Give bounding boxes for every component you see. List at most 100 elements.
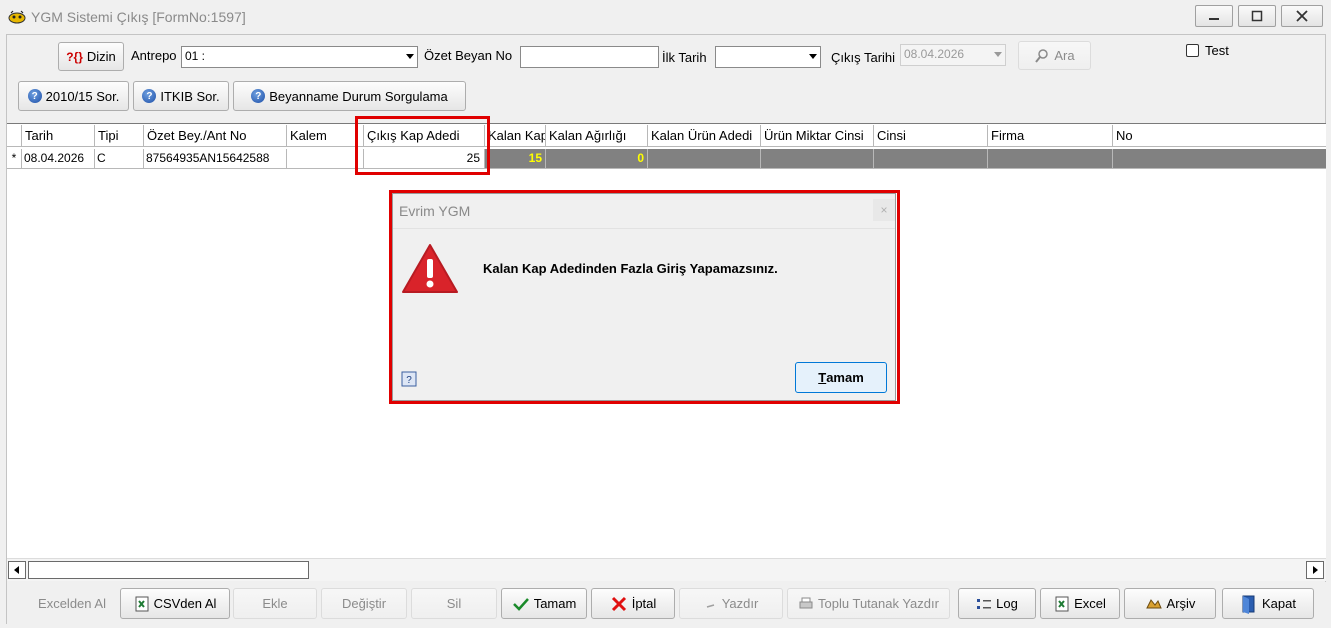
grid-header-ozet[interactable]: Özet Bey./Ant No bbox=[144, 125, 287, 147]
dizin-label: Dizin bbox=[86, 49, 116, 64]
grid-header-kalan-kap[interactable]: Kalan Kap bbox=[485, 125, 546, 147]
excelden-al-button[interactable]: Excelden Al bbox=[27, 588, 117, 619]
cikis-tarihi-select[interactable]: 08.04.2026 bbox=[900, 44, 1006, 66]
close-window-button[interactable] bbox=[1281, 5, 1323, 27]
cell-kalan-urun[interactable] bbox=[648, 149, 761, 169]
grid-header-indicator bbox=[7, 125, 22, 147]
excel-icon bbox=[1055, 596, 1069, 611]
ilk-tarih-label: İlk Tarih bbox=[662, 50, 707, 65]
grid-header-tarih[interactable]: Tarih bbox=[22, 125, 95, 147]
antrepo-select[interactable]: 01 : bbox=[181, 46, 418, 68]
yazdir-button[interactable]: Yazdır bbox=[679, 588, 783, 619]
app-logo-icon bbox=[8, 10, 26, 24]
ekle-label: Ekle bbox=[262, 596, 288, 611]
test-checkbox[interactable] bbox=[1186, 44, 1199, 57]
grid-header-firma[interactable]: Firma bbox=[988, 125, 1113, 147]
cell-tipi[interactable]: C bbox=[95, 149, 144, 169]
scroll-right-button[interactable] bbox=[1306, 561, 1324, 579]
excelden-al-label: Excelden Al bbox=[38, 596, 106, 611]
minimize-button[interactable] bbox=[1195, 5, 1233, 27]
arsiv-button[interactable]: Arşiv bbox=[1124, 588, 1216, 619]
btn-beyanname-durum[interactable]: ? Beyanname Durum Sorgulama bbox=[233, 81, 466, 111]
sil-button[interactable]: Sil bbox=[411, 588, 497, 619]
grid-header-kalan-agirlik[interactable]: Kalan Ağırlığı bbox=[546, 125, 648, 147]
dizin-button[interactable]: ?{} Dizin bbox=[58, 42, 124, 71]
cell-urun-miktar[interactable] bbox=[761, 149, 874, 169]
cell-kalan-kap[interactable]: 15 bbox=[485, 149, 546, 169]
iptal-button[interactable]: İptal bbox=[591, 588, 675, 619]
btn-beyanname-label: Beyanname Durum Sorgulama bbox=[269, 88, 448, 104]
title-bar: YGM Sistemi Çıkış [FormNo:1597] bbox=[0, 0, 1331, 34]
grid-header-cinsi[interactable]: Cinsi bbox=[874, 125, 988, 147]
ozet-beyan-label: Özet Beyan No bbox=[424, 48, 513, 63]
log-button[interactable]: Log bbox=[958, 588, 1036, 619]
toplu-tutanak-button[interactable]: Toplu Tutanak Yazdır bbox=[787, 588, 950, 619]
ilk-tarih-select[interactable] bbox=[715, 46, 821, 68]
antrepo-label: Antrepo bbox=[131, 48, 177, 63]
iptal-label: İptal bbox=[631, 596, 657, 611]
ara-label: Ara bbox=[1054, 48, 1075, 63]
chevron-right-icon bbox=[1313, 566, 1318, 574]
log-list-icon bbox=[977, 598, 992, 609]
scroll-left-button[interactable] bbox=[8, 561, 26, 579]
maximize-icon bbox=[1251, 10, 1263, 22]
cell-tarih[interactable]: 08.04.2026 bbox=[22, 149, 95, 169]
exit-door-icon bbox=[1242, 595, 1255, 614]
printer-icon bbox=[799, 597, 813, 608]
window-title: YGM Sistemi Çıkış [FormNo:1597] bbox=[31, 9, 246, 25]
toplu-tutanak-label: Toplu Tutanak Yazdır bbox=[818, 596, 939, 611]
ara-button[interactable]: Ara bbox=[1018, 41, 1091, 70]
chevron-down-icon bbox=[994, 52, 1002, 57]
cikis-tarihi-value: 08.04.2026 bbox=[904, 47, 965, 61]
btn-itkib-label: ITKIB Sor. bbox=[160, 88, 220, 104]
close-icon bbox=[1296, 10, 1308, 22]
excel-label: Excel bbox=[1074, 596, 1106, 611]
cikis-tarihi-label: Çıkış Tarihi bbox=[831, 50, 896, 65]
ekle-button[interactable]: Ekle bbox=[233, 588, 317, 619]
help-icon: ? bbox=[27, 89, 42, 103]
grid-header-no[interactable]: No bbox=[1113, 125, 1326, 147]
cell-kalem[interactable] bbox=[287, 149, 364, 169]
csvden-al-label: CSVden Al bbox=[153, 596, 217, 611]
grid-header-kalan-urun[interactable]: Kalan Ürün Adedi bbox=[648, 125, 761, 147]
horizontal-scrollbar[interactable] bbox=[7, 558, 1326, 581]
maximize-button[interactable] bbox=[1238, 5, 1276, 27]
grid-header-tipi[interactable]: Tipi bbox=[95, 125, 144, 147]
csvden-al-button[interactable]: CSVden Al bbox=[120, 588, 230, 619]
help-icon: ? bbox=[142, 89, 157, 103]
print-icon bbox=[706, 603, 714, 608]
highlight-cikis-kap-column bbox=[355, 116, 490, 175]
excel-button[interactable]: Excel bbox=[1040, 588, 1120, 619]
chevron-down-icon bbox=[809, 54, 817, 59]
grid-header-urun-miktar[interactable]: Ürün Miktar Cinsi bbox=[761, 125, 874, 147]
grid-header-kalem[interactable]: Kalem bbox=[287, 125, 364, 147]
chevron-down-icon bbox=[406, 54, 414, 59]
antrepo-value: 01 : bbox=[185, 49, 206, 63]
highlight-dialog bbox=[389, 190, 900, 404]
chevron-left-icon bbox=[14, 566, 19, 574]
checkmark-icon bbox=[512, 597, 529, 611]
tamam-label: Tamam bbox=[533, 596, 577, 611]
ozet-beyan-input[interactable] bbox=[520, 46, 659, 68]
degistir-button[interactable]: Değiştir bbox=[321, 588, 407, 619]
cell-firma[interactable] bbox=[988, 149, 1113, 169]
csv-file-icon bbox=[135, 596, 149, 611]
btn-itkib-sor[interactable]: ? ITKIB Sor. bbox=[133, 81, 229, 111]
sil-label: Sil bbox=[446, 596, 462, 611]
kapat-button[interactable]: Kapat bbox=[1222, 588, 1314, 619]
kapat-label: Kapat bbox=[1262, 596, 1296, 611]
help-icon: ? bbox=[251, 89, 266, 103]
cell-ozet[interactable]: 87564935AN15642588 bbox=[144, 149, 287, 169]
scroll-thumb[interactable] bbox=[28, 561, 309, 579]
yazdir-label: Yazdır bbox=[721, 596, 759, 611]
degistir-label: Değiştir bbox=[341, 596, 387, 611]
tamam-button[interactable]: Tamam bbox=[501, 588, 587, 619]
arsiv-label: Arşiv bbox=[1166, 596, 1196, 611]
cell-no[interactable] bbox=[1113, 149, 1326, 169]
btn-2010-15-sor[interactable]: ? 2010/15 Sor. bbox=[18, 81, 129, 111]
cell-kalan-agirlik[interactable]: 0 bbox=[546, 149, 648, 169]
test-label: Test bbox=[1205, 43, 1229, 58]
cell-cinsi[interactable] bbox=[874, 149, 988, 169]
archive-icon bbox=[1145, 598, 1162, 608]
dizin-icon: ?{} bbox=[66, 49, 83, 64]
